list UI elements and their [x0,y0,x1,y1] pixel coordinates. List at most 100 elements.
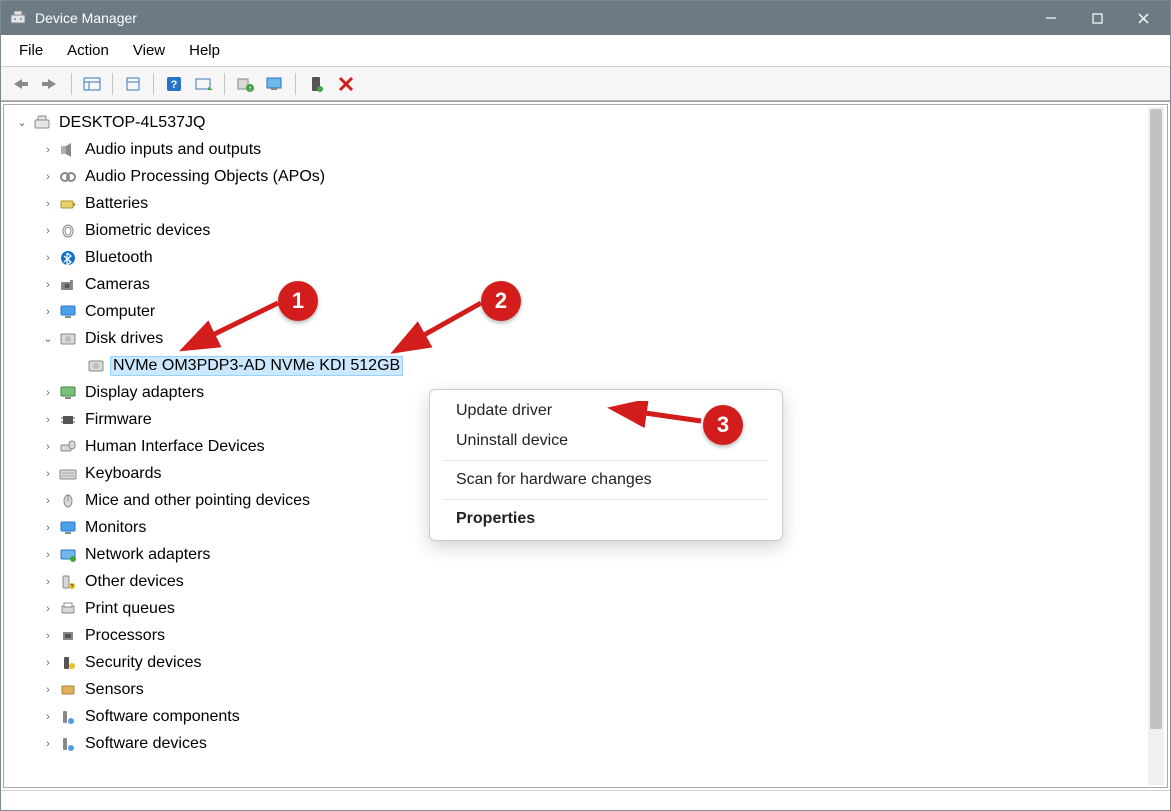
tree-item-label: Biometric devices [82,221,213,241]
maximize-button[interactable] [1074,1,1120,35]
minimize-button[interactable] [1028,1,1074,35]
tree-item[interactable]: › Batteries [10,190,1167,217]
close-button[interactable] [1120,1,1166,35]
tree-item[interactable]: › Audio Processing Objects (APOs) [10,163,1167,190]
expand-icon[interactable]: › [40,414,56,426]
nav-forward-button[interactable] [37,71,65,97]
vertical-scrollbar[interactable] [1148,107,1164,785]
tree-root-label: DESKTOP-4L537JQ [56,113,208,133]
tree-item-label: Print queues [82,599,178,619]
tree-item-label: Computer [82,302,158,322]
display-icon [58,385,78,401]
menu-separator [444,460,768,461]
tree-item-label: Sensors [82,680,147,700]
svg-text:?: ? [71,584,74,590]
expand-icon[interactable]: › [40,657,56,669]
expand-icon[interactable]: ⌄ [40,332,56,345]
menubar: File Action View Help [1,35,1170,67]
tree-item[interactable]: › Bluetooth [10,244,1167,271]
tree-item[interactable]: › Computer [10,298,1167,325]
computer-icon [32,115,52,131]
properties-button[interactable] [119,71,147,97]
tree-item-label: Audio Processing Objects (APOs) [82,167,328,187]
enable-device-button[interactable] [302,71,330,97]
tree-item-label: Batteries [82,194,151,214]
finger-icon [58,223,78,239]
expand-icon[interactable]: › [40,252,56,264]
update-driver-button[interactable]: ↑ [231,71,259,97]
device-manager-window: Device Manager File Action View Help ? ↑… [0,0,1171,811]
net-icon [58,547,78,563]
expand-icon[interactable]: › [40,711,56,723]
tree-item-label: Software devices [82,734,210,754]
titlebar[interactable]: Device Manager [1,1,1170,35]
expand-icon[interactable]: › [40,495,56,507]
tree-item[interactable]: › Biometric devices [10,217,1167,244]
expand-icon[interactable]: › [40,549,56,561]
scan-hardware-button[interactable] [190,71,218,97]
expand-icon[interactable]: › [40,738,56,750]
uninstall-device-button[interactable] [261,71,289,97]
apo-icon [58,169,78,185]
tree-root[interactable]: ⌄ DESKTOP-4L537JQ [10,109,1167,136]
tree-item[interactable]: › Audio inputs and outputs [10,136,1167,163]
menu-view[interactable]: View [121,38,177,63]
expand-icon[interactable]: › [40,522,56,534]
security-icon [58,655,78,671]
svg-text:?: ? [171,79,178,91]
context-menu-item[interactable]: Properties [430,504,782,534]
tree-item[interactable]: ›Security devices [10,649,1167,676]
tree-item-label: Audio inputs and outputs [82,140,264,160]
tree-item[interactable]: › Software devices [10,730,1167,757]
expand-icon[interactable]: › [40,387,56,399]
tree-item[interactable]: ›Processors [10,622,1167,649]
help-button[interactable]: ? [160,71,188,97]
context-menu-item[interactable]: Scan for hardware changes [430,465,782,495]
expand-icon[interactable]: › [40,630,56,642]
expand-icon[interactable]: › [40,576,56,588]
expand-icon[interactable]: › [40,306,56,318]
tree-item-label: Cameras [82,275,153,295]
expand-icon[interactable]: ⌄ [14,116,30,129]
tree-item[interactable]: ›Network adapters [10,541,1167,568]
menu-help[interactable]: Help [177,38,232,63]
tree-item[interactable]: ›? Other devices [10,568,1167,595]
tree-item[interactable]: NVMe OM3PDP3-AD NVMe KDI 512GB [10,352,1167,379]
expand-icon[interactable]: › [40,225,56,237]
tree-item-label: Other devices [82,572,187,592]
window-title: Device Manager [35,10,137,26]
svg-text:↑: ↑ [248,84,252,92]
tree-item[interactable]: › Print queues [10,595,1167,622]
status-bar [1,790,1170,810]
mouse-icon [58,493,78,509]
nav-back-button[interactable] [7,71,35,97]
expand-icon[interactable]: › [40,144,56,156]
menu-action[interactable]: Action [55,38,121,63]
speaker-icon [58,142,78,158]
scroll-thumb[interactable] [1150,109,1162,729]
tree-item-label: Bluetooth [82,248,156,268]
expand-icon[interactable]: › [40,468,56,480]
tree-item[interactable]: › Software components [10,703,1167,730]
menu-file[interactable]: File [7,38,55,63]
keyboard-icon [58,466,78,482]
expand-icon[interactable]: › [40,441,56,453]
tree-item[interactable]: › Cameras [10,271,1167,298]
expand-icon[interactable]: › [40,198,56,210]
show-hide-tree-button[interactable] [78,71,106,97]
disk-icon [58,331,78,347]
expand-icon[interactable]: › [40,279,56,291]
tree-item[interactable]: › Sensors [10,676,1167,703]
tree-item[interactable]: ⌄ Disk drives [10,325,1167,352]
expand-icon[interactable]: › [40,603,56,615]
annotation-badge-1: 1 [278,281,318,321]
bt-icon [58,250,78,266]
cpu-icon [58,628,78,644]
tree-item-label: Disk drives [82,329,166,349]
annotation-badge-2: 2 [481,281,521,321]
chip-icon [58,412,78,428]
expand-icon[interactable]: › [40,171,56,183]
disable-device-button[interactable] [332,71,360,97]
tree-item-label: Software components [82,707,243,727]
expand-icon[interactable]: › [40,684,56,696]
